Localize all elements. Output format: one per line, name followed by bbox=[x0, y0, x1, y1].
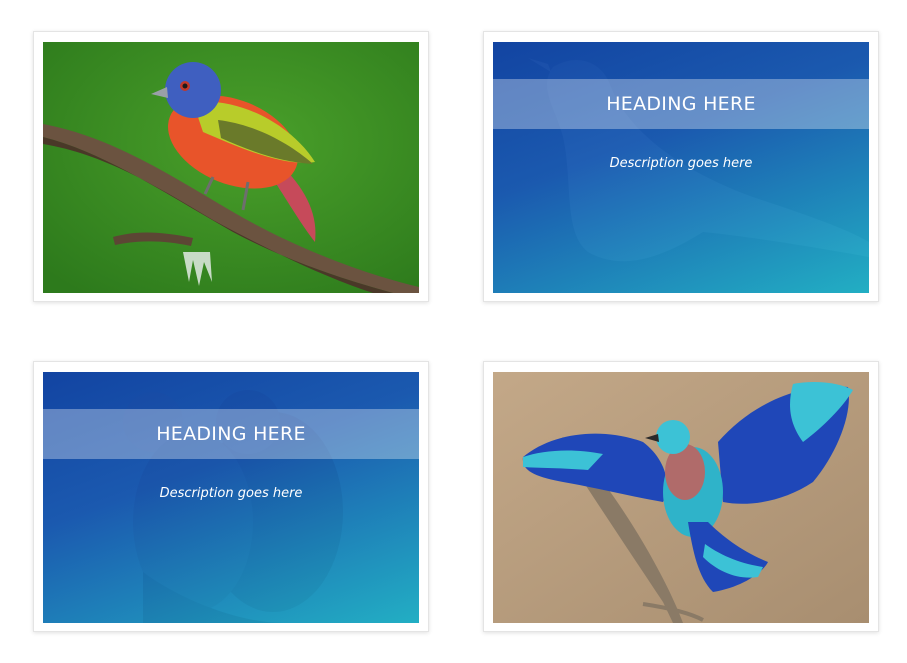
gallery-card-1[interactable] bbox=[33, 31, 429, 302]
card-description: Description goes here bbox=[609, 156, 753, 171]
heading-band: HEADING HERE bbox=[493, 79, 869, 129]
card-heading: HEADING HERE bbox=[156, 423, 306, 445]
card-image-frame: HEADING HERE Description goes here bbox=[43, 372, 419, 623]
card-image-frame: HEADING HERE Description goes here bbox=[493, 42, 869, 293]
gallery-card-4[interactable] bbox=[483, 361, 879, 632]
card-image-frame bbox=[43, 42, 419, 293]
card-image-frame bbox=[493, 372, 869, 623]
card-description: Description goes here bbox=[159, 486, 303, 501]
gallery-card-3[interactable]: HEADING HERE Description goes here bbox=[33, 361, 429, 632]
painted-bunting-photo bbox=[43, 42, 419, 293]
card-heading: HEADING HERE bbox=[606, 93, 756, 115]
gallery-card-2[interactable]: HEADING HERE Description goes here bbox=[483, 31, 879, 302]
heading-band: HEADING HERE bbox=[43, 409, 419, 459]
indian-roller-photo bbox=[493, 372, 869, 623]
